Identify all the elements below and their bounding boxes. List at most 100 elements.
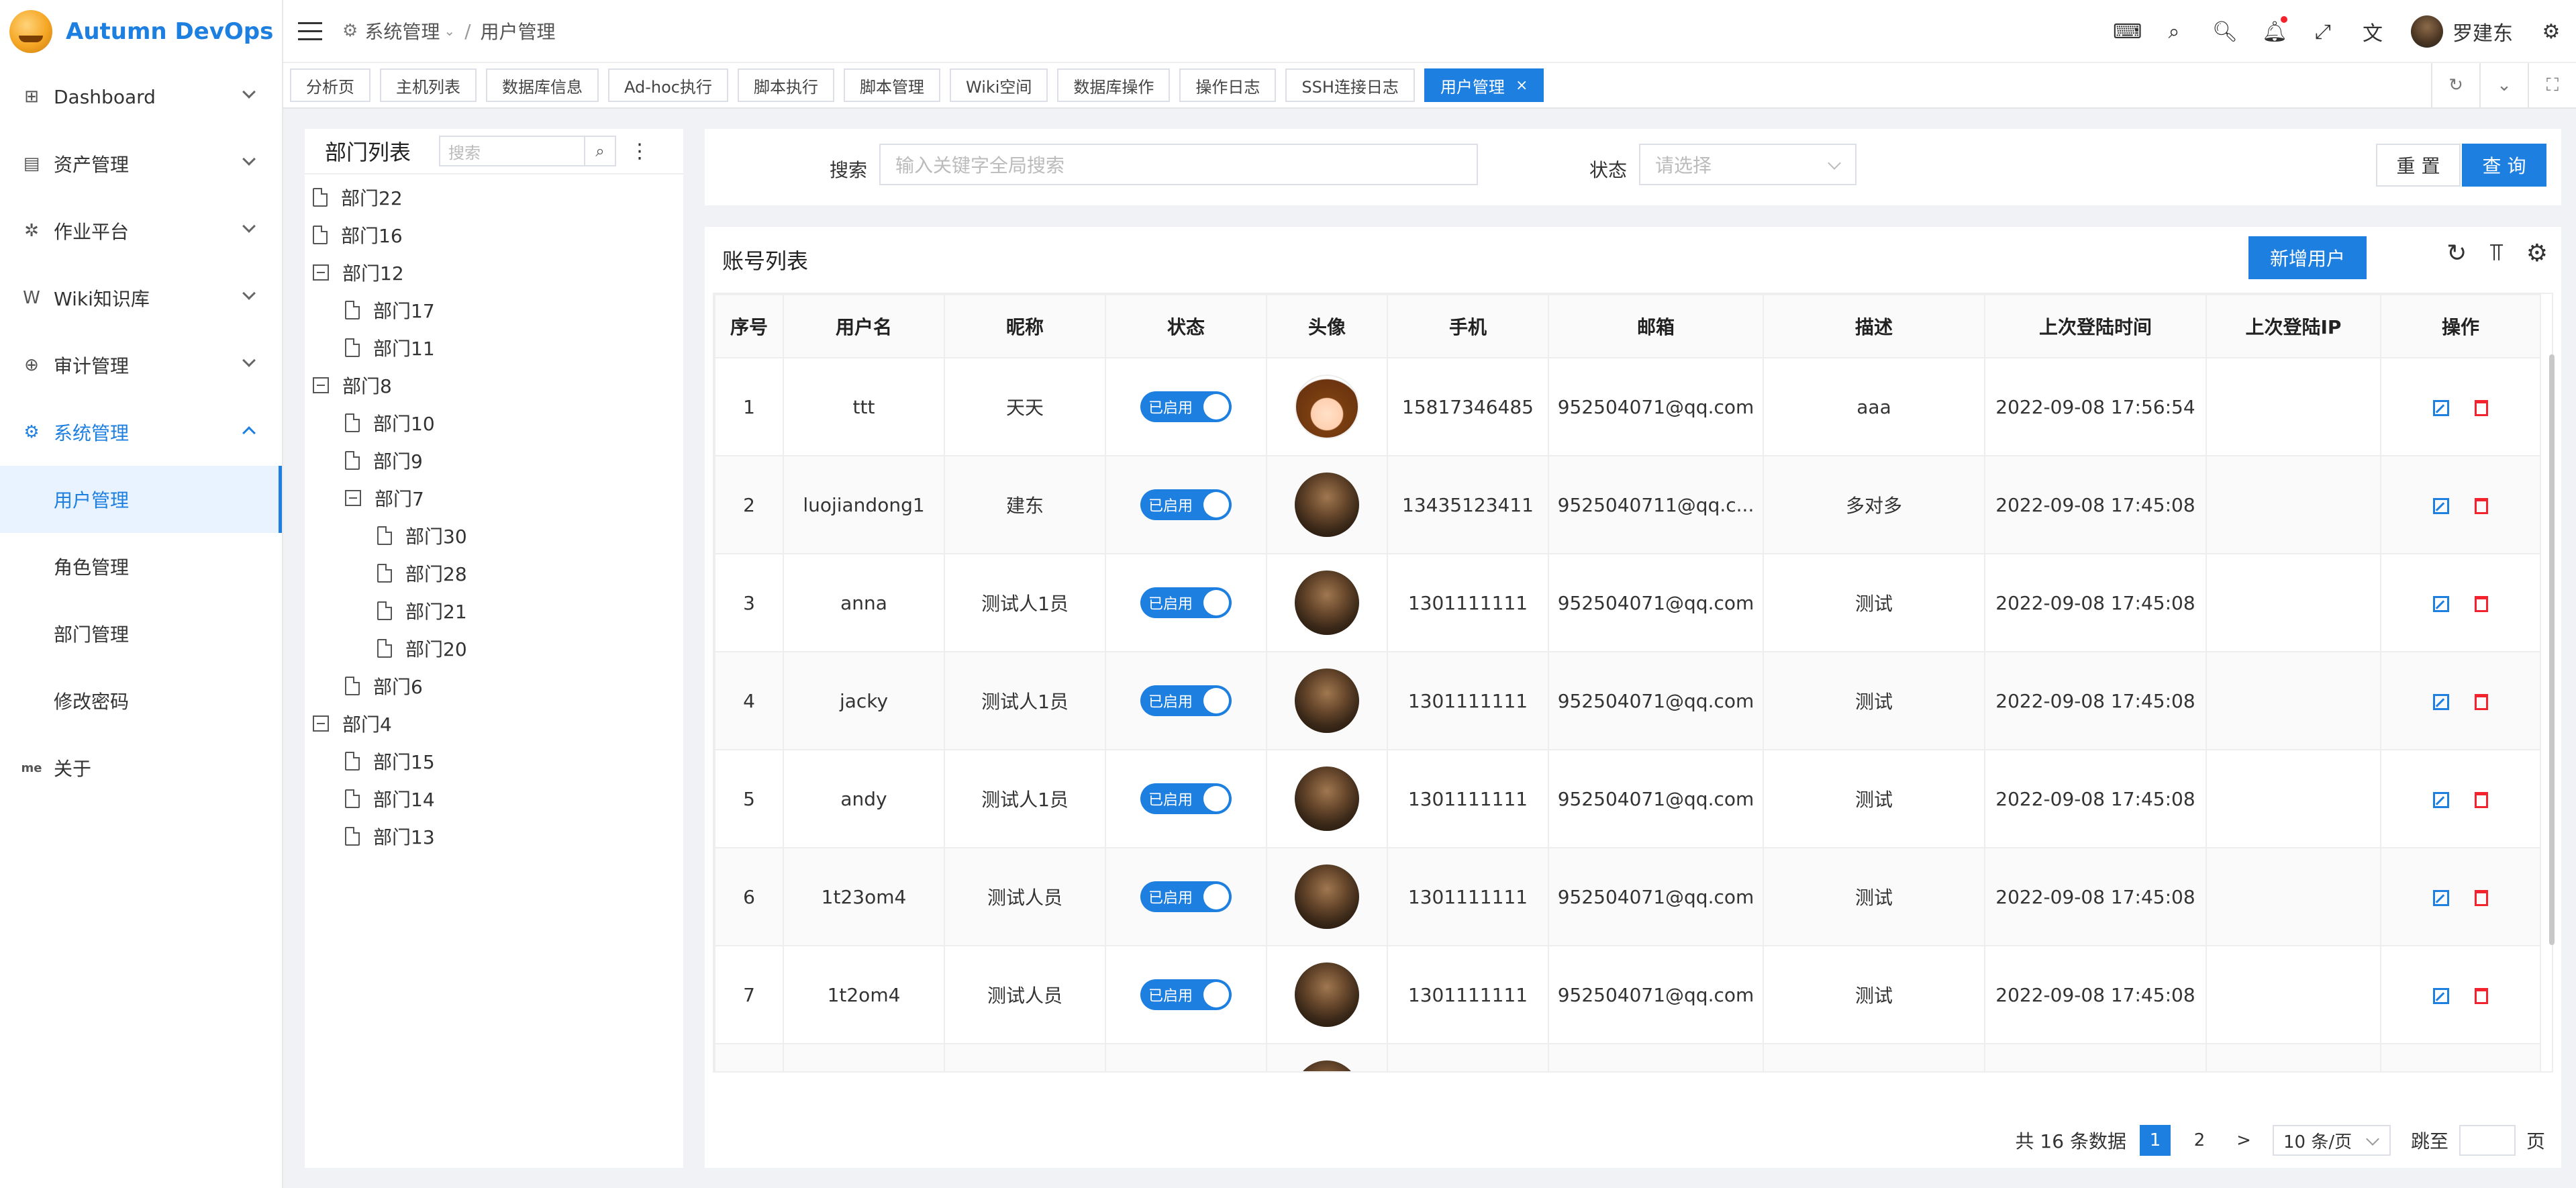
- tree-node[interactable]: 部门7: [305, 479, 683, 517]
- tree-node[interactable]: 部门11: [305, 329, 683, 366]
- tab-item[interactable]: 数据库操作: [1057, 68, 1171, 102]
- tree-node[interactable]: 部门20: [305, 630, 683, 667]
- sidebar-item[interactable]: ⊕ 审计管理: [0, 332, 282, 399]
- tree-node[interactable]: 部门12: [305, 254, 683, 291]
- tree-node[interactable]: 部门30: [305, 517, 683, 554]
- collapse-icon[interactable]: [313, 377, 329, 393]
- collapse-icon[interactable]: [313, 264, 329, 281]
- edit-icon[interactable]: [2433, 497, 2449, 514]
- sidebar-item[interactable]: W Wiki知识库: [0, 264, 282, 332]
- status-select[interactable]: 请选择: [1639, 144, 1856, 185]
- status-toggle[interactable]: 已启用: [1140, 489, 1232, 520]
- tab-item[interactable]: SSH连接日志: [1285, 68, 1415, 102]
- tab-item[interactable]: Wiki空间: [949, 68, 1048, 102]
- terminal-icon[interactable]: ⌨: [2113, 20, 2142, 44]
- delete-icon[interactable]: [2475, 889, 2488, 906]
- tree-node[interactable]: 部门28: [305, 554, 683, 592]
- sidebar-item-about[interactable]: me 关于: [0, 734, 282, 801]
- delete-icon[interactable]: [2475, 791, 2488, 808]
- page-button[interactable]: 1: [2139, 1125, 2171, 1156]
- tree-node[interactable]: 部门8: [305, 366, 683, 404]
- tree-node[interactable]: 部门14: [305, 780, 683, 818]
- reset-button[interactable]: 重 置: [2376, 144, 2461, 187]
- status-toggle[interactable]: 已启用: [1140, 881, 1232, 912]
- edit-icon[interactable]: [2433, 595, 2449, 612]
- tab-item[interactable]: Ad-hoc执行: [608, 68, 728, 102]
- bell-icon[interactable]: 🔔︎: [2262, 15, 2287, 44]
- menu-fold-icon[interactable]: [298, 19, 322, 43]
- sidebar-subitem[interactable]: 部门管理: [0, 600, 282, 667]
- status-toggle[interactable]: 已启用: [1140, 391, 1232, 422]
- tree-node[interactable]: 部门16: [305, 216, 683, 254]
- tree-node[interactable]: 部门17: [305, 291, 683, 329]
- chevron-down-icon[interactable]: ⌄: [2479, 63, 2528, 107]
- refresh-icon[interactable]: ↻: [2446, 240, 2467, 267]
- delete-icon[interactable]: [2475, 399, 2488, 416]
- tree-node[interactable]: 部门10: [305, 404, 683, 442]
- edit-icon[interactable]: [2433, 987, 2449, 1004]
- refresh-icon[interactable]: ↻: [2431, 63, 2479, 107]
- delete-icon[interactable]: [2475, 497, 2488, 514]
- breadcrumb-item[interactable]: 系统管理: [364, 17, 440, 44]
- translate-icon[interactable]: 文: [2361, 17, 2384, 46]
- logo[interactable]: Autumn DevOps: [0, 0, 282, 63]
- sidebar-item[interactable]: ✲ 作业平台: [0, 197, 282, 264]
- sidebar-item[interactable]: ⊞ Dashboard: [0, 63, 282, 130]
- delete-icon[interactable]: [2475, 693, 2488, 710]
- status-toggle[interactable]: 已启用: [1140, 587, 1232, 618]
- table-row[interactable]: 5 andy 测试人1员 已启用 1301111111 952504071@qq.com 测…: [714, 749, 2541, 848]
- table-row[interactable]: 3 anna 测试人1员 已启用 1301111111 952504071@qq.com 测…: [714, 553, 2541, 652]
- edit-icon[interactable]: [2433, 791, 2449, 808]
- table-scroll[interactable]: 序号 用户名 昵称 状态 头像 手机 邮箱 描述 上次登陆时间 上次登陆IP 操作 1 ttt 天天 已启…: [713, 293, 2553, 1073]
- table-row[interactable]: 2 luojiandong1 建东 已启用 13435123411 9525040711@…: [714, 455, 2541, 554]
- tree-node[interactable]: 部门6: [305, 667, 683, 705]
- dept-search-input[interactable]: 搜索 ⌕: [439, 136, 616, 166]
- table-row[interactable]: 81tom测试人员已启用 1301111111952504071@qq.com测试…: [714, 1043, 2541, 1071]
- fullscreen-icon[interactable]: ⤢: [2312, 20, 2334, 44]
- tree-node[interactable]: 部门9: [305, 442, 683, 479]
- page-button[interactable]: 2: [2184, 1125, 2215, 1156]
- settings-icon[interactable]: ⚙: [2540, 20, 2563, 44]
- tab-item[interactable]: 主机列表: [380, 68, 477, 102]
- next-page-button[interactable]: >: [2228, 1125, 2259, 1156]
- tab-item[interactable]: 脚本执行: [737, 68, 834, 102]
- table-row[interactable]: 6 1t23om4 测试人员 已启用 1301111111 952504071@qq.co…: [714, 847, 2541, 946]
- tab-item[interactable]: 数据库信息: [486, 68, 599, 102]
- keyword-input[interactable]: 输入关键字全局搜索: [879, 144, 1478, 185]
- table-scrollbar[interactable]: [2549, 354, 2555, 945]
- bug-search-icon[interactable]: ⌕: [2163, 20, 2185, 44]
- delete-icon[interactable]: [2475, 595, 2488, 612]
- table-row[interactable]: 4 jacky 测试人1员 已启用 1301111111 952504071@qq.com…: [714, 651, 2541, 750]
- tab-item[interactable]: 操作日志: [1179, 68, 1277, 102]
- status-toggle[interactable]: 已启用: [1140, 783, 1232, 814]
- tab-item[interactable]: 用户管理 ×: [1424, 68, 1544, 102]
- page-size-select[interactable]: 10 条/页: [2272, 1125, 2391, 1156]
- sidebar-item[interactable]: ⚙ 系统管理: [0, 399, 282, 466]
- query-button[interactable]: 查 询: [2462, 144, 2546, 187]
- fullscreen-icon[interactable]: ⛶: [2528, 63, 2576, 107]
- more-vertical-icon[interactable]: ⋮: [630, 140, 650, 163]
- tree-node[interactable]: 部门4: [305, 705, 683, 742]
- sidebar-subitem[interactable]: 修改密码: [0, 667, 282, 734]
- table-row[interactable]: 1 ttt 天天 已启用 15817346485 952504071@qq.com aaa 2…: [714, 357, 2541, 456]
- column-height-icon[interactable]: ⫪: [2489, 239, 2503, 267]
- collapse-icon[interactable]: [345, 490, 361, 506]
- close-icon[interactable]: ×: [1516, 77, 1528, 94]
- tab-item[interactable]: 脚本管理: [843, 68, 940, 102]
- table-row[interactable]: 7 1t2om4 测试人员 已启用 1301111111 952504071@qq.com…: [714, 945, 2541, 1044]
- tree-node[interactable]: 部门13: [305, 818, 683, 855]
- sidebar-subitem[interactable]: 角色管理: [0, 533, 282, 600]
- edit-icon[interactable]: [2433, 399, 2449, 416]
- collapse-icon[interactable]: [313, 715, 329, 732]
- add-user-button[interactable]: 新增用户: [2248, 236, 2367, 279]
- tab-item[interactable]: 分析页: [290, 68, 370, 102]
- user-menu[interactable]: 罗建东: [2411, 15, 2513, 48]
- delete-icon[interactable]: [2475, 987, 2488, 1004]
- sidebar-subitem[interactable]: 用户管理: [0, 466, 282, 533]
- tree-node[interactable]: 部门22: [305, 179, 683, 216]
- edit-icon[interactable]: [2433, 693, 2449, 710]
- settings-icon[interactable]: ⚙: [2526, 240, 2548, 267]
- tree-node[interactable]: 部门15: [305, 742, 683, 780]
- tree-node[interactable]: 部门21: [305, 592, 683, 630]
- status-toggle[interactable]: 已启用: [1140, 685, 1232, 716]
